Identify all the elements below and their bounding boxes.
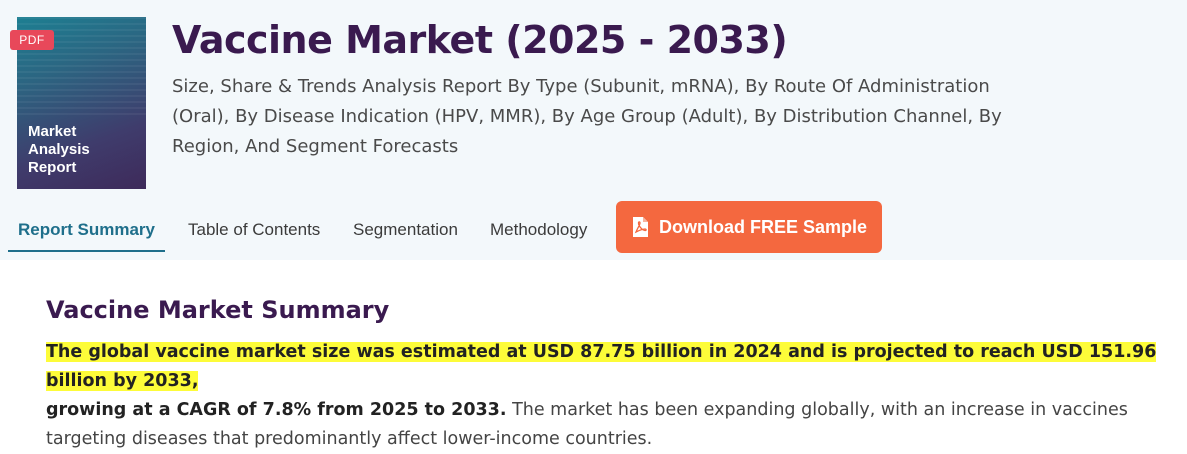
- pdf-file-icon: [631, 216, 649, 238]
- page-title: Vaccine Market (2025 - 2033): [172, 18, 788, 62]
- page-subtitle: Size, Share & Trends Analysis Report By …: [172, 76, 1002, 157]
- summary-highlight: The global vaccine market size was estim…: [46, 342, 1157, 391]
- cover-text: Market Analysis Report: [28, 123, 138, 177]
- cover-line-report: Report: [28, 159, 77, 176]
- download-sample-button[interactable]: Download FREE Sample: [616, 201, 882, 253]
- summary-cagr: growing at a CAGR of 7.8% from 2025 to 2…: [46, 400, 507, 420]
- cover-line-analysis: Analysis: [28, 141, 90, 158]
- tab-segmentation[interactable]: Segmentation: [353, 210, 458, 250]
- download-button-label: Download FREE Sample: [658, 216, 868, 237]
- summary-paragraph: The global vaccine market size was estim…: [46, 338, 1176, 454]
- tab-report-summary[interactable]: Report Summary: [8, 210, 165, 252]
- tab-methodology[interactable]: Methodology: [490, 210, 587, 250]
- tab-table-of-contents[interactable]: Table of Contents: [188, 210, 320, 250]
- cover-line-market: Market: [28, 123, 77, 140]
- pdf-tag: PDF: [10, 30, 54, 50]
- summary-heading: Vaccine Market Summary: [46, 296, 390, 324]
